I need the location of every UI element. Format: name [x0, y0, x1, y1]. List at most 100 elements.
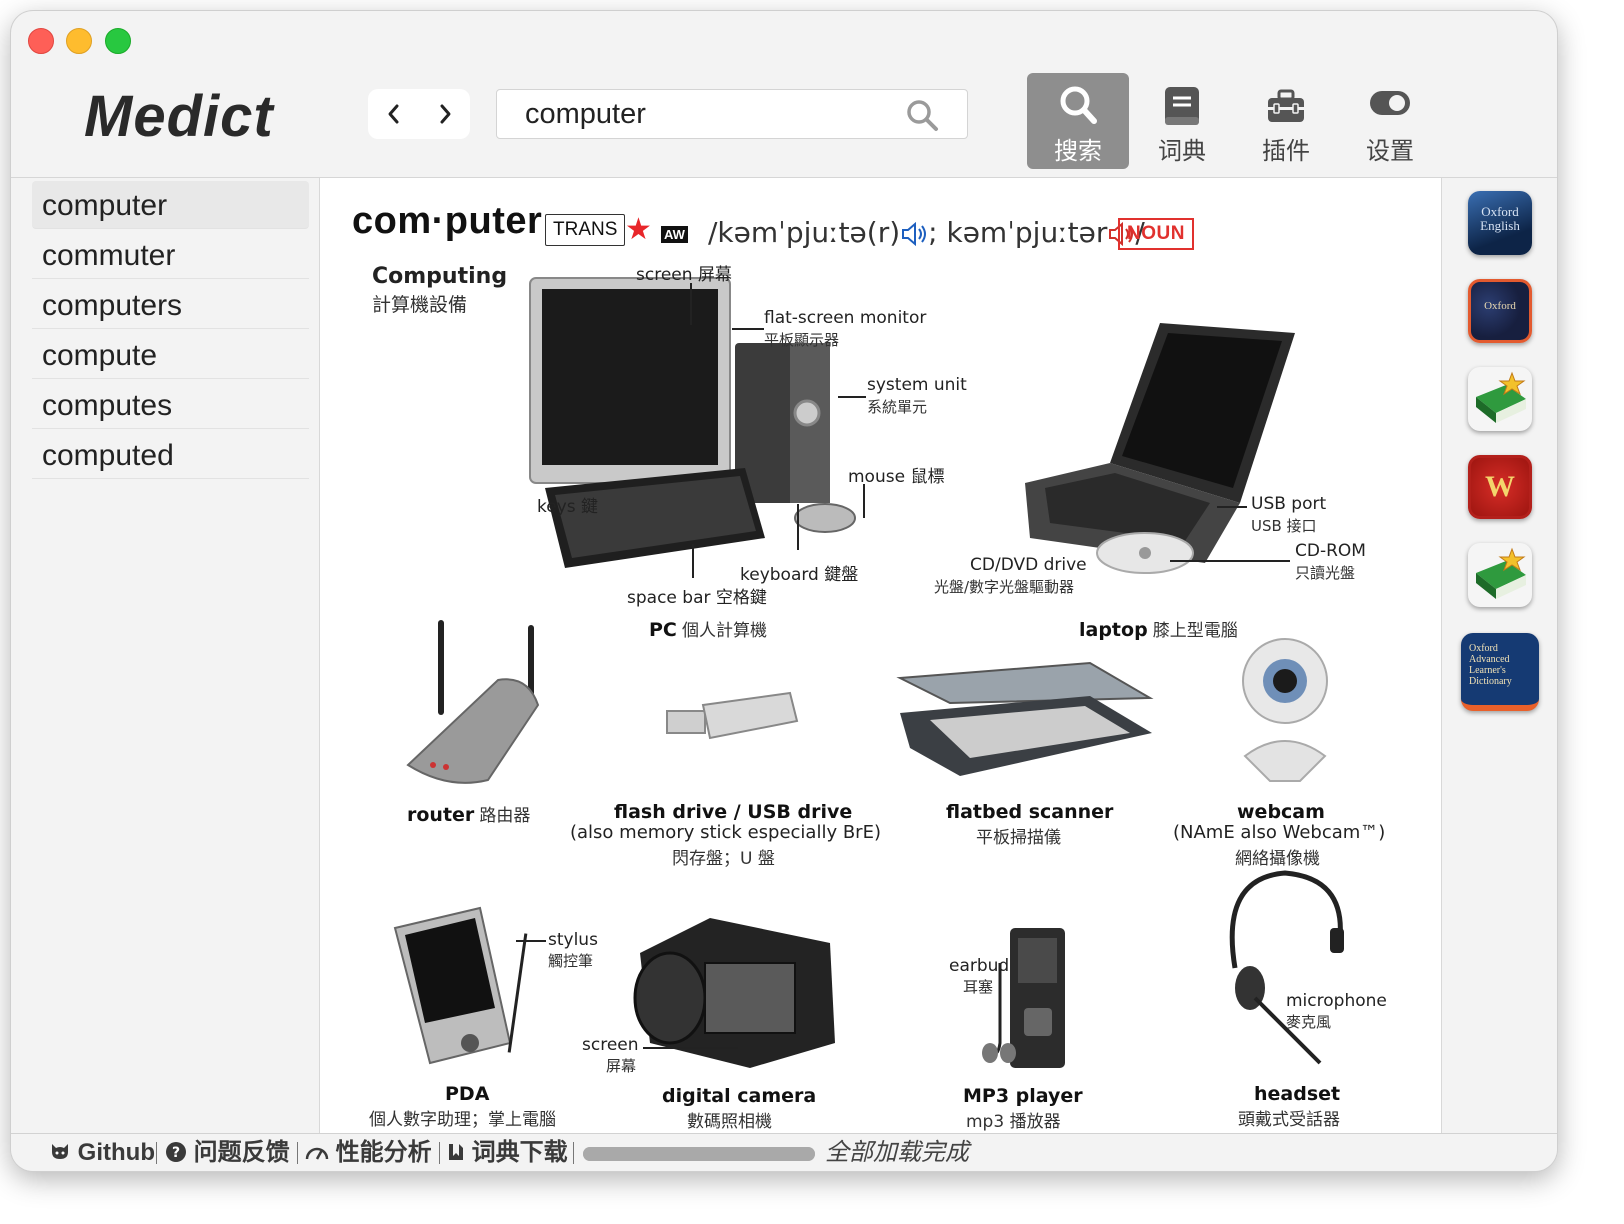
caption-router: router 路由器 — [407, 801, 530, 826]
caption-webcam-alt: (NAmE also Webcam™) — [1173, 822, 1386, 843]
question-icon: ? — [166, 1142, 186, 1162]
leader-line — [643, 1047, 738, 1049]
green-book-icon — [1476, 371, 1526, 423]
label-usb-port-zh: USB 接口 — [1251, 517, 1317, 535]
label-screen-camera-zh: 屏幕 — [606, 1057, 637, 1075]
forward-button[interactable] — [419, 89, 470, 139]
caption-scanner-zh: 平板掃描儀 — [976, 828, 1061, 848]
search-input[interactable] — [525, 96, 895, 132]
leader-line — [1217, 506, 1247, 508]
label-stylus: stylus — [548, 930, 598, 950]
caption-router-en: router — [407, 804, 475, 826]
pronunciation: /kəmˈpjuːtə(r); kəmˈpjuːtər / — [708, 216, 1145, 249]
mp3-player-image — [982, 928, 1065, 1068]
label-cd-rom: CD-ROM — [1295, 541, 1366, 561]
label-keys: keys 鍵 — [537, 497, 599, 517]
dictionary-download-link[interactable]: 词典下载 — [447, 1138, 568, 1168]
headset-image — [1229, 870, 1344, 1065]
caption-camera-zh: 數碼照相機 — [687, 1112, 772, 1132]
caption-mp3: MP3 player — [963, 1085, 1083, 1107]
trans-badge[interactable]: TRANS — [545, 214, 626, 246]
caption-pda-zh: 個人數字助理；掌上電腦 — [369, 1110, 556, 1130]
dict-icon-text: Oxford Advanced Learner's Dictionary — [1469, 643, 1512, 687]
caption-laptop-en: laptop — [1079, 619, 1148, 641]
entry-content: com·puter TRANS ★ AW /kəmˈpjuːtə(r) ; kəm… — [320, 178, 1441, 1133]
label-flat-monitor-zh: 平板顯示器 — [764, 331, 840, 349]
status-bar: Github ? 问题反馈 性能分析 词典下载 全部加载完成 — [11, 1133, 1557, 1171]
word-list-item[interactable]: computer — [32, 181, 309, 229]
illustration-title: Computing — [372, 264, 508, 289]
pos-badge: NOUN — [1118, 218, 1194, 250]
word-list-item[interactable]: computes — [32, 381, 309, 429]
label-cd-rom-zh: 只讀光盤 — [1295, 564, 1356, 582]
caption-pc-en: PC — [649, 619, 677, 641]
tab-settings[interactable]: 设置 — [1339, 73, 1441, 169]
dictionary-bar: Oxford English Oxford W Oxford Advanced … — [1441, 178, 1557, 1133]
label-system-unit-zh: 系統單元 — [867, 398, 928, 416]
history-nav — [368, 89, 470, 139]
pron-us: ; kəmˈpjuːtər — [928, 216, 1108, 249]
feedback-link[interactable]: ? 问题反馈 — [165, 1138, 290, 1168]
tab-settings-label: 设置 — [1366, 137, 1414, 165]
leader-line — [692, 544, 694, 578]
flash-drive-image — [666, 691, 799, 740]
gauge-icon — [305, 1147, 329, 1160]
caption-laptop: laptop 膝上型電腦 — [1079, 616, 1238, 641]
oxford-learners-dictionary-icon[interactable]: Oxford — [1468, 279, 1532, 343]
label-system-unit: system unit — [867, 375, 967, 395]
caption-webcam: webcam — [1237, 801, 1325, 823]
loading-status-text: 全部加载完成 — [825, 1139, 969, 1166]
leader-line — [838, 396, 866, 398]
label-microphone-zh: 麥克風 — [1286, 1013, 1332, 1031]
dic-book-icon-2[interactable] — [1468, 543, 1532, 607]
tab-dictionary-label: 词典 — [1158, 137, 1206, 165]
separator — [156, 1142, 157, 1164]
word-list-item[interactable]: commuter — [32, 231, 309, 279]
router-image — [406, 620, 540, 784]
speaker-icon[interactable] — [900, 221, 928, 247]
tab-plugins[interactable]: 插件 — [1235, 73, 1337, 169]
feedback-label: 问题反馈 — [193, 1139, 290, 1166]
aw-badge: AW — [661, 226, 688, 243]
search-icon[interactable] — [905, 98, 939, 132]
close-window-button[interactable] — [28, 28, 54, 54]
app-window: Medict 搜索 词典 — [11, 11, 1557, 1171]
github-link[interactable]: Github — [49, 1138, 155, 1168]
word-list-item[interactable]: compute — [32, 331, 309, 379]
word-list-sidebar: computer commuter computers compute comp… — [11, 178, 320, 1133]
leader-line — [516, 940, 546, 942]
webster-dictionary-icon[interactable]: W — [1468, 455, 1532, 519]
pron-uk: /kəmˈpjuːtə(r) — [708, 216, 901, 249]
star-icon[interactable]: ★ — [625, 212, 652, 247]
minimize-window-button[interactable] — [66, 28, 92, 54]
tab-plugins-label: 插件 — [1262, 137, 1310, 165]
tab-search[interactable]: 搜索 — [1027, 73, 1129, 169]
leader-line — [732, 328, 764, 330]
word-list-item[interactable]: computed — [32, 431, 309, 479]
performance-link[interactable]: 性能分析 — [305, 1138, 432, 1168]
caption-scanner: flatbed scanner — [946, 801, 1114, 823]
oxford-advanced-learners-10th-icon[interactable]: Oxford Advanced Learner's Dictionary — [1461, 633, 1539, 711]
oxford-english-dictionary-icon[interactable]: Oxford English — [1468, 191, 1532, 255]
dic-book-icon[interactable] — [1468, 367, 1532, 431]
caption-pc-zh: 個人計算機 — [681, 621, 767, 641]
book-icon — [1165, 87, 1199, 125]
label-screen: screen 屏幕 — [636, 265, 732, 285]
back-button[interactable] — [368, 89, 419, 139]
separator — [573, 1142, 574, 1164]
caption-flash-zh: 閃存盤；U 盤 — [672, 849, 775, 869]
headword: com·puter — [352, 200, 543, 242]
leader-line — [863, 484, 865, 518]
tab-dictionary[interactable]: 词典 — [1131, 73, 1233, 169]
book-download-icon — [449, 1144, 463, 1160]
caption-pda: PDA — [445, 1083, 490, 1105]
app-title: Medict — [84, 84, 274, 149]
github-label: Github — [77, 1139, 155, 1166]
zoom-window-button[interactable] — [105, 28, 131, 54]
word-list-item[interactable]: computers — [32, 281, 309, 329]
label-usb-port: USB port — [1251, 494, 1327, 514]
github-icon — [52, 1144, 68, 1159]
label-earbud-zh: 耳塞 — [963, 978, 994, 996]
label-earbud: earbud — [949, 956, 1010, 976]
webcam-image — [1242, 638, 1328, 782]
